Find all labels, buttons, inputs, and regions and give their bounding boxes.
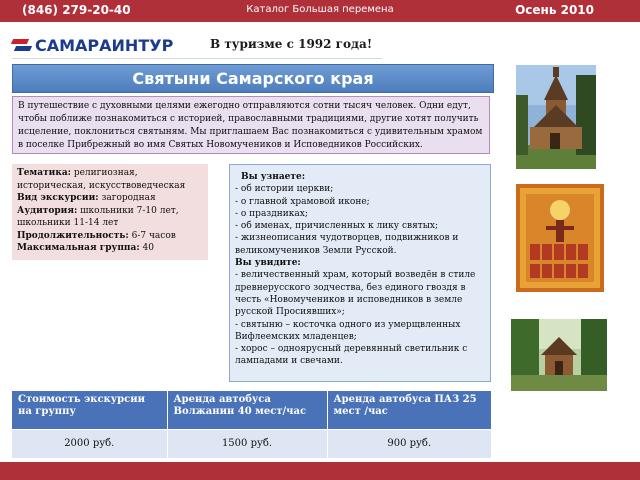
- learn-item: - жизнеописания чудотворцев, подвижников…: [235, 233, 459, 256]
- icon-image: [516, 184, 604, 292]
- table-cell: 900 руб.: [327, 428, 492, 458]
- column-header: Стоимость экскурсии на группу: [12, 391, 168, 429]
- fact-group-size: Максимальная группа: 40: [17, 243, 154, 253]
- learn-see-box: Вы узнаете: - об истории церкви; - о гла…: [229, 164, 491, 382]
- learn-heading: Вы узнаете:: [241, 172, 306, 182]
- see-item: - величественный храм, который возведён …: [235, 270, 476, 318]
- fact-duration: Продолжительность: 6-7 часов: [17, 230, 176, 241]
- see-item: - святыню – косточка одного из умерщвлен…: [235, 319, 461, 342]
- table-header-row: Стоимость экскурсии на группу Аренда авт…: [12, 391, 492, 429]
- column-header: Аренда автобуса ПАЗ 25 мест /час: [327, 391, 492, 429]
- learn-item: - об именах, причисленных к лику святых;: [235, 221, 438, 232]
- tour-facts: Тематика: религиозная, историческая, иск…: [12, 164, 208, 260]
- top-bar: (846) 279-20-40 Каталог Большая перемена…: [0, 0, 640, 22]
- bottom-bar: [0, 462, 640, 480]
- price-table: Стоимость экскурсии на группу Аренда авт…: [12, 391, 492, 458]
- season-label: Осень 2010: [515, 3, 594, 17]
- logo-icon: [10, 37, 33, 53]
- column-header: Аренда автобуса Волжанин 40 мест/час: [167, 391, 328, 429]
- page-title: Святыни Самарского края: [12, 64, 494, 93]
- company-logo: САМАРАИНТУР: [10, 34, 174, 56]
- fact-theme: Тематика: религиозная, историческая, иск…: [17, 168, 186, 191]
- table-cell: 2000 руб.: [12, 428, 168, 458]
- church-photo: [516, 65, 596, 169]
- company-name: САМАРАИНТУР: [35, 35, 174, 55]
- learn-item: - об истории церкви;: [235, 184, 334, 195]
- fact-type: Вид экскурсии: загородная: [17, 193, 156, 203]
- intro-text: В путешествие с духовными целями ежегодн…: [12, 96, 490, 154]
- learn-item: - о праздниках;: [235, 208, 308, 219]
- table-cell: 1500 руб.: [167, 428, 328, 458]
- tagline: В туризме с 1992 года!: [210, 37, 373, 51]
- learn-item: - о главной храмовой иконе;: [235, 196, 370, 207]
- see-item: - хорос – одноярусный деревянный светиль…: [235, 344, 468, 367]
- divider: [12, 58, 382, 59]
- see-heading: Вы увидите:: [235, 258, 301, 269]
- table-row: 2000 руб. 1500 руб. 900 руб.: [12, 428, 492, 458]
- chapel-photo: [511, 319, 607, 391]
- fact-audience: Аудитория: школьники 7-10 лет, школьники…: [17, 205, 179, 229]
